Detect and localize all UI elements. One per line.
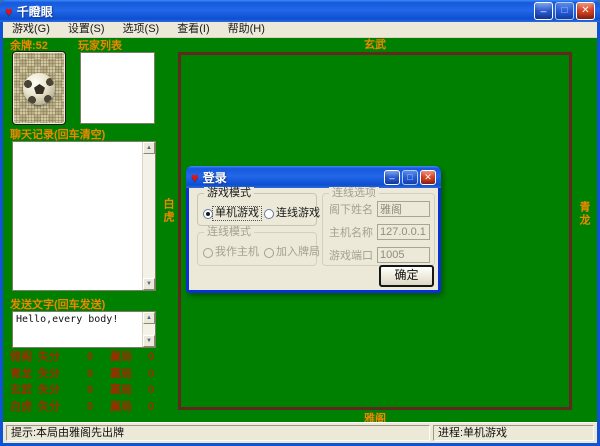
host-field-label: 主机名称	[329, 227, 373, 239]
scroll-up-icon[interactable]: ▲	[143, 312, 155, 324]
loss-label: 失分	[38, 384, 60, 396]
seat-label-east: 青龙	[578, 201, 590, 227]
dialog-body: 游戏模式 单机游戏 连线游戏 连线模式 我作主机 加入牌局 连线选项 阁下姓名 …	[189, 187, 438, 290]
port-field-label: 游戏端口	[329, 250, 373, 262]
name-field-label: 阁下姓名	[329, 204, 373, 216]
host-field	[377, 224, 430, 240]
conn-options-group-label: 连线选项	[329, 187, 379, 200]
chat-scrollbar[interactable]: ▲ ▼	[142, 142, 155, 290]
window-controls: _ □ ✕	[534, 2, 595, 20]
seat-label-west: 白虎	[162, 198, 174, 224]
status-hint: 提示:本局由雅阁先出牌	[6, 425, 430, 441]
win-value: 0	[147, 351, 155, 363]
score-row: 雅阁 失分 0 赢局 0	[10, 351, 170, 363]
dialog-title: 登录	[202, 170, 227, 185]
scroll-down-icon[interactable]: ▼	[143, 335, 155, 347]
loss-label: 失分	[38, 351, 60, 363]
dialog-maximize-button[interactable]: □	[402, 169, 418, 185]
score-row: 青龙 失分 0 赢局 0	[10, 368, 170, 380]
app-heart-icon: ♥	[5, 3, 13, 19]
chat-log-box: ▲ ▼	[12, 141, 156, 291]
send-scrollbar[interactable]: ▲ ▼	[142, 312, 155, 347]
radio-dot-icon	[264, 247, 274, 258]
dialog-heart-icon: ♥	[191, 169, 199, 185]
menu-item-options[interactable]: 选项(S)	[114, 22, 169, 37]
player-name: 雅阁	[10, 351, 32, 363]
loss-label: 失分	[38, 400, 60, 413]
chat-log-textarea[interactable]	[13, 142, 142, 290]
send-textarea[interactable]: Hello,every body!	[13, 312, 142, 347]
login-dialog: ♥ 登录 _ □ ✕ 游戏模式 单机游戏 连线游戏 连线模式 我作主机 加入牌局…	[186, 166, 441, 293]
menu-item-help[interactable]: 帮助(H)	[219, 22, 274, 37]
scoreboard: 雅阁 失分 0 赢局 0 青龙 失分 0 赢局 0 玄武 失分 0 赢局 0 白…	[10, 351, 170, 417]
win-value: 0	[147, 384, 155, 396]
scroll-up-icon[interactable]: ▲	[143, 142, 155, 154]
name-field	[377, 201, 430, 217]
conn-mode-group: 连线模式 我作主机 加入牌局	[197, 226, 320, 266]
game-mode-group-label: 游戏模式	[204, 187, 254, 200]
dialog-close-button[interactable]: ✕	[420, 169, 436, 185]
conn-options-group: 连线选项 阁下姓名 主机名称 游戏端口	[322, 187, 435, 266]
player-name: 玄武	[10, 384, 32, 396]
menu-item-settings[interactable]: 设置(S)	[59, 22, 114, 37]
close-button[interactable]: ✕	[576, 2, 595, 20]
win-value: 0	[147, 400, 155, 413]
title-bar: ♥ 千瞪眼 _ □ ✕	[0, 0, 600, 22]
card-back	[12, 51, 66, 125]
menu-item-game[interactable]: 游戏(G)	[3, 22, 59, 37]
seat-label-north: 玄武	[364, 39, 386, 51]
loss-value: 0	[86, 367, 94, 380]
game-mode-group: 游戏模式 单机游戏 连线游戏	[197, 187, 320, 226]
radio-dot-icon	[203, 208, 213, 219]
window-title: 千瞪眼	[16, 4, 53, 19]
loss-value: 0	[86, 400, 94, 413]
player-list-label: 玩家列表	[78, 40, 122, 52]
soccer-ball-icon	[23, 73, 55, 105]
win-label: 赢局	[110, 400, 132, 413]
minimize-button[interactable]: _	[534, 2, 553, 20]
player-name: 青龙	[10, 367, 32, 380]
score-row: 玄武 失分 0 赢局 0	[10, 384, 170, 396]
radio-be-host: 我作主机	[203, 246, 261, 259]
loss-value: 0	[86, 384, 94, 396]
send-text-box: Hello,every body! ▲ ▼	[12, 311, 156, 348]
win-label: 赢局	[110, 351, 132, 363]
chat-log-label: 聊天记录(回车清空)	[10, 129, 106, 141]
loss-label: 失分	[38, 367, 60, 380]
status-progress: 进程:单机游戏	[433, 425, 594, 441]
status-bar: 提示:本局由雅阁先出牌 进程:单机游戏	[3, 422, 597, 443]
dialog-title-bar[interactable]: ♥ 登录 _ □ ✕	[186, 166, 441, 188]
win-label: 赢局	[110, 367, 132, 380]
radio-online-game[interactable]: 连线游戏	[264, 207, 322, 220]
conn-mode-group-label: 连线模式	[204, 226, 254, 239]
menu-item-view[interactable]: 查看(I)	[168, 22, 218, 37]
send-text-label: 发送文字(回车发送)	[10, 299, 106, 311]
win-label: 赢局	[110, 384, 132, 396]
app-window: ♥ 千瞪眼 _ □ ✕ 游戏(G) 设置(S) 选项(S) 查看(I) 帮助(H…	[0, 0, 600, 446]
player-name: 白虎	[10, 400, 32, 413]
scroll-down-icon[interactable]: ▼	[143, 278, 155, 290]
radio-dot-icon	[203, 247, 213, 258]
radio-dot-icon	[264, 208, 274, 219]
score-row: 白虎 失分 0 赢局 0	[10, 401, 170, 413]
maximize-button[interactable]: □	[555, 2, 574, 20]
radio-single-game[interactable]: 单机游戏	[203, 206, 262, 221]
radio-join-game: 加入牌局	[264, 246, 322, 259]
ok-button[interactable]: 确定	[379, 265, 434, 287]
loss-value: 0	[86, 351, 94, 363]
port-field	[377, 247, 430, 263]
game-client-area: 余牌:52 玩家列表 聊天记录(回车清空) ▲ ▼ 发送文字(回车发送) Hel…	[3, 38, 597, 425]
menu-bar: 游戏(G) 设置(S) 选项(S) 查看(I) 帮助(H)	[3, 22, 597, 38]
dialog-minimize-button[interactable]: _	[384, 169, 400, 185]
player-list[interactable]	[80, 52, 155, 124]
win-value: 0	[147, 367, 155, 380]
